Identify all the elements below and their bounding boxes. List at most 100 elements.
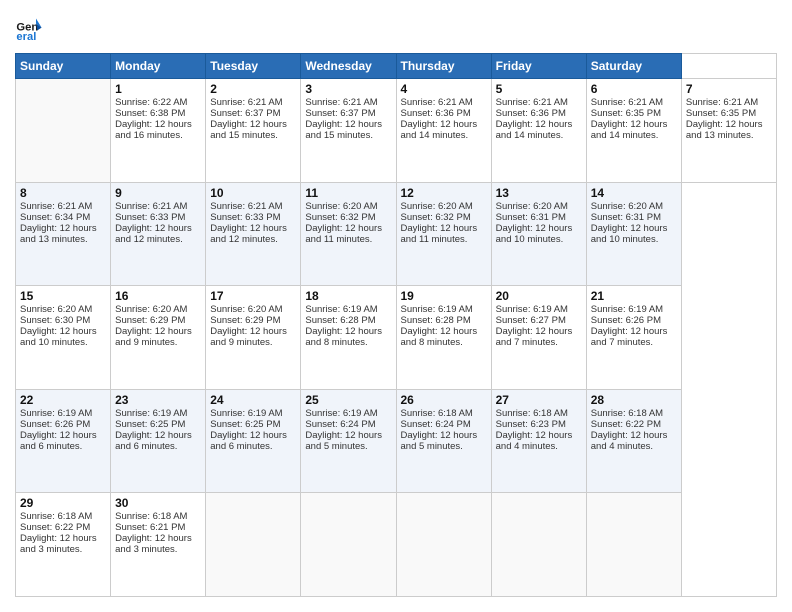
sunset-line: Sunset: 6:30 PM: [20, 315, 106, 326]
sunrise-line: Sunrise: 6:20 AM: [591, 201, 677, 212]
day-number: 18: [305, 289, 391, 303]
sunrise-line: Sunrise: 6:20 AM: [401, 201, 487, 212]
calendar-cell: 9Sunrise: 6:21 AMSunset: 6:33 PMDaylight…: [111, 182, 206, 286]
day-number: 4: [401, 82, 487, 96]
daylight-line: Daylight: 12 hours and 6 minutes.: [20, 430, 106, 452]
sunrise-line: Sunrise: 6:21 AM: [401, 97, 487, 108]
calendar-cell: [16, 79, 111, 183]
page-header: Gen eral: [15, 15, 777, 43]
sunset-line: Sunset: 6:35 PM: [686, 108, 772, 119]
sunrise-line: Sunrise: 6:19 AM: [115, 408, 201, 419]
daylight-line: Daylight: 12 hours and 5 minutes.: [401, 430, 487, 452]
calendar-cell: [396, 493, 491, 597]
calendar-cell: 1Sunrise: 6:22 AMSunset: 6:38 PMDaylight…: [111, 79, 206, 183]
sunrise-line: Sunrise: 6:20 AM: [305, 201, 391, 212]
day-header-saturday: Saturday: [586, 54, 681, 79]
sunrise-line: Sunrise: 6:18 AM: [20, 511, 106, 522]
calendar-cell: 21Sunrise: 6:19 AMSunset: 6:26 PMDayligh…: [586, 286, 681, 390]
day-header-sunday: Sunday: [16, 54, 111, 79]
day-number: 6: [591, 82, 677, 96]
sunset-line: Sunset: 6:23 PM: [496, 419, 582, 430]
calendar-cell: [301, 493, 396, 597]
day-number: 17: [210, 289, 296, 303]
sunrise-line: Sunrise: 6:18 AM: [401, 408, 487, 419]
daylight-line: Daylight: 12 hours and 4 minutes.: [591, 430, 677, 452]
sunset-line: Sunset: 6:22 PM: [20, 522, 106, 533]
sunset-line: Sunset: 6:25 PM: [210, 419, 296, 430]
daylight-line: Daylight: 12 hours and 6 minutes.: [115, 430, 201, 452]
day-number: 1: [115, 82, 201, 96]
day-header-wednesday: Wednesday: [301, 54, 396, 79]
week-row-4: 22Sunrise: 6:19 AMSunset: 6:26 PMDayligh…: [16, 389, 777, 493]
calendar-cell: 25Sunrise: 6:19 AMSunset: 6:24 PMDayligh…: [301, 389, 396, 493]
day-number: 24: [210, 393, 296, 407]
logo-icon: Gen eral: [15, 15, 43, 43]
daylight-line: Daylight: 12 hours and 3 minutes.: [20, 533, 106, 555]
sunset-line: Sunset: 6:29 PM: [115, 315, 201, 326]
day-header-thursday: Thursday: [396, 54, 491, 79]
calendar-cell: 18Sunrise: 6:19 AMSunset: 6:28 PMDayligh…: [301, 286, 396, 390]
week-row-3: 15Sunrise: 6:20 AMSunset: 6:30 PMDayligh…: [16, 286, 777, 390]
daylight-line: Daylight: 12 hours and 5 minutes.: [305, 430, 391, 452]
sunset-line: Sunset: 6:36 PM: [496, 108, 582, 119]
daylight-line: Daylight: 12 hours and 7 minutes.: [496, 326, 582, 348]
calendar-cell: 14Sunrise: 6:20 AMSunset: 6:31 PMDayligh…: [586, 182, 681, 286]
calendar-cell: 7Sunrise: 6:21 AMSunset: 6:35 PMDaylight…: [681, 79, 776, 183]
daylight-line: Daylight: 12 hours and 10 minutes.: [496, 223, 582, 245]
sunset-line: Sunset: 6:28 PM: [305, 315, 391, 326]
calendar-cell: 28Sunrise: 6:18 AMSunset: 6:22 PMDayligh…: [586, 389, 681, 493]
sunset-line: Sunset: 6:37 PM: [210, 108, 296, 119]
calendar-table: SundayMondayTuesdayWednesdayThursdayFrid…: [15, 53, 777, 597]
sunrise-line: Sunrise: 6:19 AM: [305, 408, 391, 419]
sunrise-line: Sunrise: 6:19 AM: [591, 304, 677, 315]
day-number: 3: [305, 82, 391, 96]
sunset-line: Sunset: 6:22 PM: [591, 419, 677, 430]
calendar-cell: 17Sunrise: 6:20 AMSunset: 6:29 PMDayligh…: [206, 286, 301, 390]
day-number: 5: [496, 82, 582, 96]
day-number: 19: [401, 289, 487, 303]
daylight-line: Daylight: 12 hours and 6 minutes.: [210, 430, 296, 452]
calendar-cell: [491, 493, 586, 597]
sunset-line: Sunset: 6:31 PM: [496, 212, 582, 223]
day-number: 23: [115, 393, 201, 407]
day-number: 21: [591, 289, 677, 303]
daylight-line: Daylight: 12 hours and 14 minutes.: [591, 119, 677, 141]
day-number: 7: [686, 82, 772, 96]
calendar-cell: 27Sunrise: 6:18 AMSunset: 6:23 PMDayligh…: [491, 389, 586, 493]
daylight-line: Daylight: 12 hours and 14 minutes.: [401, 119, 487, 141]
sunrise-line: Sunrise: 6:20 AM: [115, 304, 201, 315]
sunrise-line: Sunrise: 6:19 AM: [305, 304, 391, 315]
day-number: 9: [115, 186, 201, 200]
calendar-cell: 20Sunrise: 6:19 AMSunset: 6:27 PMDayligh…: [491, 286, 586, 390]
sunset-line: Sunset: 6:24 PM: [401, 419, 487, 430]
sunrise-line: Sunrise: 6:20 AM: [210, 304, 296, 315]
day-number: 2: [210, 82, 296, 96]
day-header-tuesday: Tuesday: [206, 54, 301, 79]
sunrise-line: Sunrise: 6:21 AM: [210, 97, 296, 108]
calendar-cell: 12Sunrise: 6:20 AMSunset: 6:32 PMDayligh…: [396, 182, 491, 286]
daylight-line: Daylight: 12 hours and 11 minutes.: [305, 223, 391, 245]
sunset-line: Sunset: 6:37 PM: [305, 108, 391, 119]
sunset-line: Sunset: 6:27 PM: [496, 315, 582, 326]
sunset-line: Sunset: 6:26 PM: [591, 315, 677, 326]
day-number: 15: [20, 289, 106, 303]
day-number: 27: [496, 393, 582, 407]
calendar-cell: 10Sunrise: 6:21 AMSunset: 6:33 PMDayligh…: [206, 182, 301, 286]
daylight-line: Daylight: 12 hours and 4 minutes.: [496, 430, 582, 452]
daylight-line: Daylight: 12 hours and 7 minutes.: [591, 326, 677, 348]
calendar-cell: 19Sunrise: 6:19 AMSunset: 6:28 PMDayligh…: [396, 286, 491, 390]
day-number: 16: [115, 289, 201, 303]
day-header-monday: Monday: [111, 54, 206, 79]
calendar-cell: 26Sunrise: 6:18 AMSunset: 6:24 PMDayligh…: [396, 389, 491, 493]
sunrise-line: Sunrise: 6:20 AM: [20, 304, 106, 315]
daylight-line: Daylight: 12 hours and 12 minutes.: [210, 223, 296, 245]
calendar-body: 1Sunrise: 6:22 AMSunset: 6:38 PMDaylight…: [16, 79, 777, 597]
week-row-1: 1Sunrise: 6:22 AMSunset: 6:38 PMDaylight…: [16, 79, 777, 183]
sunrise-line: Sunrise: 6:19 AM: [20, 408, 106, 419]
sunset-line: Sunset: 6:26 PM: [20, 419, 106, 430]
calendar-cell: 22Sunrise: 6:19 AMSunset: 6:26 PMDayligh…: [16, 389, 111, 493]
day-number: 20: [496, 289, 582, 303]
svg-text:eral: eral: [16, 31, 36, 43]
sunset-line: Sunset: 6:25 PM: [115, 419, 201, 430]
daylight-line: Daylight: 12 hours and 15 minutes.: [305, 119, 391, 141]
